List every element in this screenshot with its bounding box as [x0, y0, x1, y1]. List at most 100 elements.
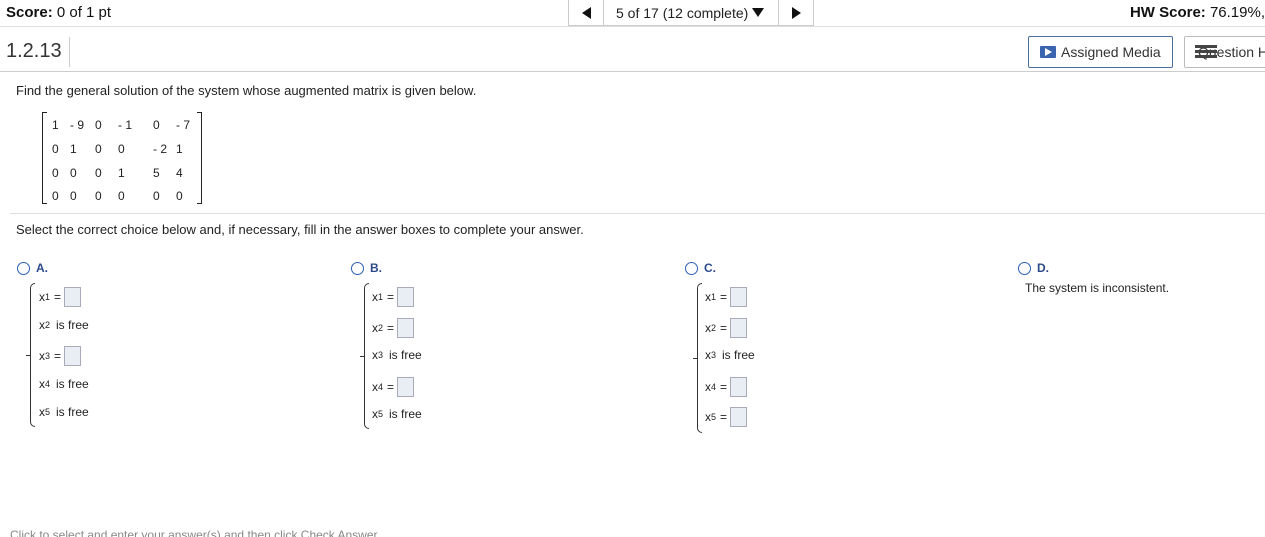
- choice-d[interactable]: D.: [1018, 261, 1049, 275]
- answer-box[interactable]: [730, 318, 748, 338]
- matrix-cell: 5: [153, 166, 160, 180]
- free-variable-text: is free: [722, 348, 755, 362]
- matrix-cell: 1: [118, 166, 125, 180]
- equals-sign: =: [720, 410, 728, 424]
- equals-sign: =: [54, 290, 62, 304]
- matrix-left-bracket: [42, 112, 47, 204]
- matrix-cell: 0: [95, 189, 102, 203]
- matrix-cell: 1: [176, 142, 183, 156]
- equals-sign: =: [720, 290, 728, 304]
- choice-c-line: x 4 =: [705, 377, 748, 397]
- score-value: 0 of 1 pt: [56, 4, 112, 21]
- question-prompt: Find the general solution of the system …: [16, 83, 477, 98]
- answer-box[interactable]: [397, 287, 415, 307]
- variable-subscript: 1: [711, 292, 717, 302]
- radio-c[interactable]: [685, 261, 698, 275]
- matrix-cell: 4: [176, 166, 183, 180]
- chevron-down-icon: [752, 8, 765, 17]
- matrix-cell: - 9: [70, 118, 85, 132]
- choice-a-line: x 3 =: [39, 346, 82, 366]
- matrix-cell: 0: [70, 189, 77, 203]
- equals-sign: =: [54, 349, 62, 363]
- equals-sign: =: [720, 380, 728, 394]
- free-variable-text: is free: [389, 407, 422, 421]
- variable-subscript: 4: [711, 382, 717, 392]
- instruction-text: Select the correct choice below and, if …: [16, 222, 584, 237]
- brace-a: [26, 283, 35, 427]
- choice-b-line: x 1 =: [372, 287, 415, 307]
- next-question-button[interactable]: [779, 0, 813, 25]
- matrix-cell: 0: [153, 118, 160, 132]
- assigned-media-button[interactable]: Assigned Media: [1028, 36, 1173, 68]
- variable-subscript: 5: [45, 407, 51, 417]
- matrix-cell: 0: [52, 189, 59, 203]
- score: Score: 0 of 1 pt: [6, 4, 111, 21]
- choice-a-label: A.: [36, 261, 48, 275]
- radio-a[interactable]: [17, 261, 30, 275]
- divider: [69, 37, 70, 67]
- matrix-cell: - 7: [176, 118, 191, 132]
- answer-box[interactable]: [64, 346, 82, 366]
- previous-question-button[interactable]: [569, 0, 603, 25]
- matrix-cell: 0: [153, 189, 160, 203]
- score-label: Score:: [6, 4, 53, 21]
- hw-score-value: 76.19%,: [1209, 4, 1265, 21]
- variable-subscript: 1: [45, 292, 51, 302]
- choice-a[interactable]: A.: [17, 261, 48, 275]
- choice-a-line: x 5 is free: [39, 405, 89, 419]
- variable-subscript: 4: [378, 382, 384, 392]
- matrix-cell: 0: [52, 166, 59, 180]
- matrix-right-bracket: [197, 112, 202, 204]
- choice-c[interactable]: C.: [685, 261, 716, 275]
- media-play-icon: [1040, 46, 1056, 58]
- hw-score: HW Score: 76.19%,: [1130, 4, 1265, 21]
- answer-box[interactable]: [397, 377, 415, 397]
- choice-b-label: B.: [370, 261, 382, 275]
- free-variable-text: is free: [389, 348, 422, 362]
- radio-d[interactable]: [1018, 261, 1031, 275]
- answer-box[interactable]: [730, 407, 748, 427]
- variable-subscript: 4: [45, 379, 51, 389]
- variable-subscript: 2: [711, 323, 717, 333]
- radio-b[interactable]: [351, 261, 364, 275]
- footer-instruction: Click to select and enter your answer(s)…: [10, 528, 381, 537]
- choice-a-line: x 1 =: [39, 287, 82, 307]
- answer-box[interactable]: [730, 377, 748, 397]
- question-position-label: 5 of 17 (12 complete): [616, 4, 749, 21]
- answer-box[interactable]: [64, 287, 82, 307]
- top-bar: Score: 0 of 1 pt 5 of 17 (12 complete) H…: [0, 0, 1265, 27]
- variable-subscript: 5: [378, 409, 384, 419]
- previous-arrow-icon: [581, 6, 591, 19]
- choice-b-line: x 5 is free: [372, 407, 422, 421]
- augmented-matrix: 1- 90- 10- 70100- 21000154000000: [42, 112, 202, 204]
- matrix-cell: 0: [70, 166, 77, 180]
- choice-c-line: x 1 =: [705, 287, 748, 307]
- question-position-dropdown[interactable]: 5 of 17 (12 complete): [603, 0, 779, 25]
- choice-a-line: x 2 is free: [39, 318, 89, 332]
- question-help-button[interactable]: Question Help: [1184, 36, 1265, 68]
- free-variable-text: is free: [56, 377, 89, 391]
- equals-sign: =: [387, 380, 395, 394]
- variable-subscript: 3: [378, 350, 384, 360]
- divider: [10, 213, 1265, 214]
- answer-box[interactable]: [397, 318, 415, 338]
- question-number: 1.2.13: [6, 40, 62, 62]
- equals-sign: =: [387, 321, 395, 335]
- variable-subscript: 5: [711, 412, 717, 422]
- variable-subscript: 3: [711, 350, 717, 360]
- choice-b-line: x 4 =: [372, 377, 415, 397]
- variable-subscript: 3: [45, 351, 51, 361]
- choice-c-label: C.: [704, 261, 716, 275]
- equals-sign: =: [387, 290, 395, 304]
- choice-c-line: x 2 =: [705, 318, 748, 338]
- choice-c-line: x 3 is free: [705, 348, 755, 362]
- choice-b-line: x 3 is free: [372, 348, 422, 362]
- answer-box[interactable]: [730, 287, 748, 307]
- assigned-media-label: Assigned Media: [1061, 44, 1161, 60]
- choice-b-line: x 2 =: [372, 318, 415, 338]
- choice-b[interactable]: B.: [351, 261, 382, 275]
- matrix-cell: - 2: [153, 142, 168, 156]
- brace-c: [693, 283, 702, 433]
- matrix-cell: 1: [70, 142, 77, 156]
- variable-subscript: 1: [378, 292, 384, 302]
